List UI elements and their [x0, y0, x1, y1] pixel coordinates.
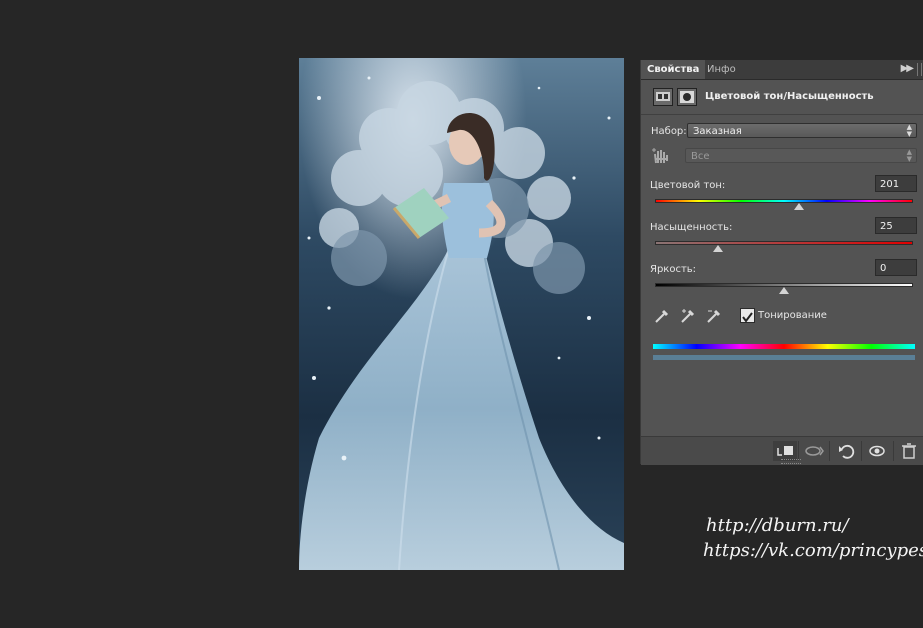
divider [641, 114, 923, 115]
preset-value: Заказная [693, 126, 742, 137]
lightness-slider-thumb[interactable] [779, 287, 789, 294]
hue-slider-thumb[interactable] [793, 203, 804, 210]
colorize-checkbox[interactable] [740, 308, 755, 323]
lightness-label: Яркость: [650, 264, 697, 275]
eyedropper-icon[interactable] [653, 307, 671, 325]
panel-title: Цветовой тон/Насыщенность [705, 91, 874, 102]
hue-input[interactable]: 201 [875, 175, 917, 192]
stepper-arrows-icon: ▲ ▼ [906, 148, 912, 163]
eyedropper-minus-icon[interactable] [705, 307, 723, 325]
panel-tab-bar: Свойства Инфо ▶▶ [641, 60, 923, 80]
channel-value: Все [691, 151, 710, 162]
tab-info[interactable]: Инфо [701, 60, 742, 79]
panel-header: Цветовой тон/Насыщенность [641, 80, 923, 112]
adjustment-layer-icon[interactable] [653, 88, 673, 106]
canvas-image [299, 58, 624, 570]
watermark-line-2: https://vk.com/princypessa [703, 540, 923, 561]
hue-slider-track[interactable] [655, 199, 913, 203]
watermark-line-1: http://dburn.ru/ [706, 515, 849, 536]
saturation-input[interactable]: 25 [875, 217, 917, 234]
view-previous-state-icon[interactable] [803, 441, 827, 461]
lightness-input[interactable]: 0 [875, 259, 917, 276]
fantasy-portrait-image [299, 58, 624, 570]
preset-label: Набор: [651, 126, 687, 137]
eyedropper-plus-icon[interactable] [679, 307, 697, 325]
panel-grip[interactable] [917, 63, 922, 76]
source-color-bar [653, 344, 915, 349]
visibility-eye-icon[interactable] [865, 441, 889, 461]
reset-icon[interactable] [835, 441, 859, 461]
saturation-slider-thumb[interactable] [713, 245, 724, 252]
hue-label: Цветовой тон: [650, 180, 726, 191]
clip-to-layer-icon[interactable] [773, 441, 797, 461]
tab-properties[interactable]: Свойства [641, 60, 706, 79]
checkmark-icon [742, 312, 753, 323]
result-color-bar [653, 355, 915, 360]
saturation-slider-track[interactable] [655, 241, 913, 245]
properties-panel: Свойства Инфо ▶▶ Цветовой тон/Насыщеннос… [640, 60, 923, 465]
colorize-label: Тонирование [758, 310, 827, 321]
saturation-label: Насыщенность: [650, 222, 733, 233]
channel-select[interactable]: Все ▲ ▼ [685, 148, 917, 163]
trash-icon[interactable] [897, 441, 921, 461]
resize-grip[interactable] [781, 459, 801, 464]
preset-select[interactable]: Заказная ▲ ▼ [687, 123, 917, 138]
double-chevron-icon[interactable]: ▶▶ [901, 63, 914, 74]
stepper-arrows-icon: ▲ ▼ [906, 123, 912, 138]
hand-tool-icon[interactable] [651, 147, 671, 165]
mask-icon[interactable] [677, 88, 697, 106]
